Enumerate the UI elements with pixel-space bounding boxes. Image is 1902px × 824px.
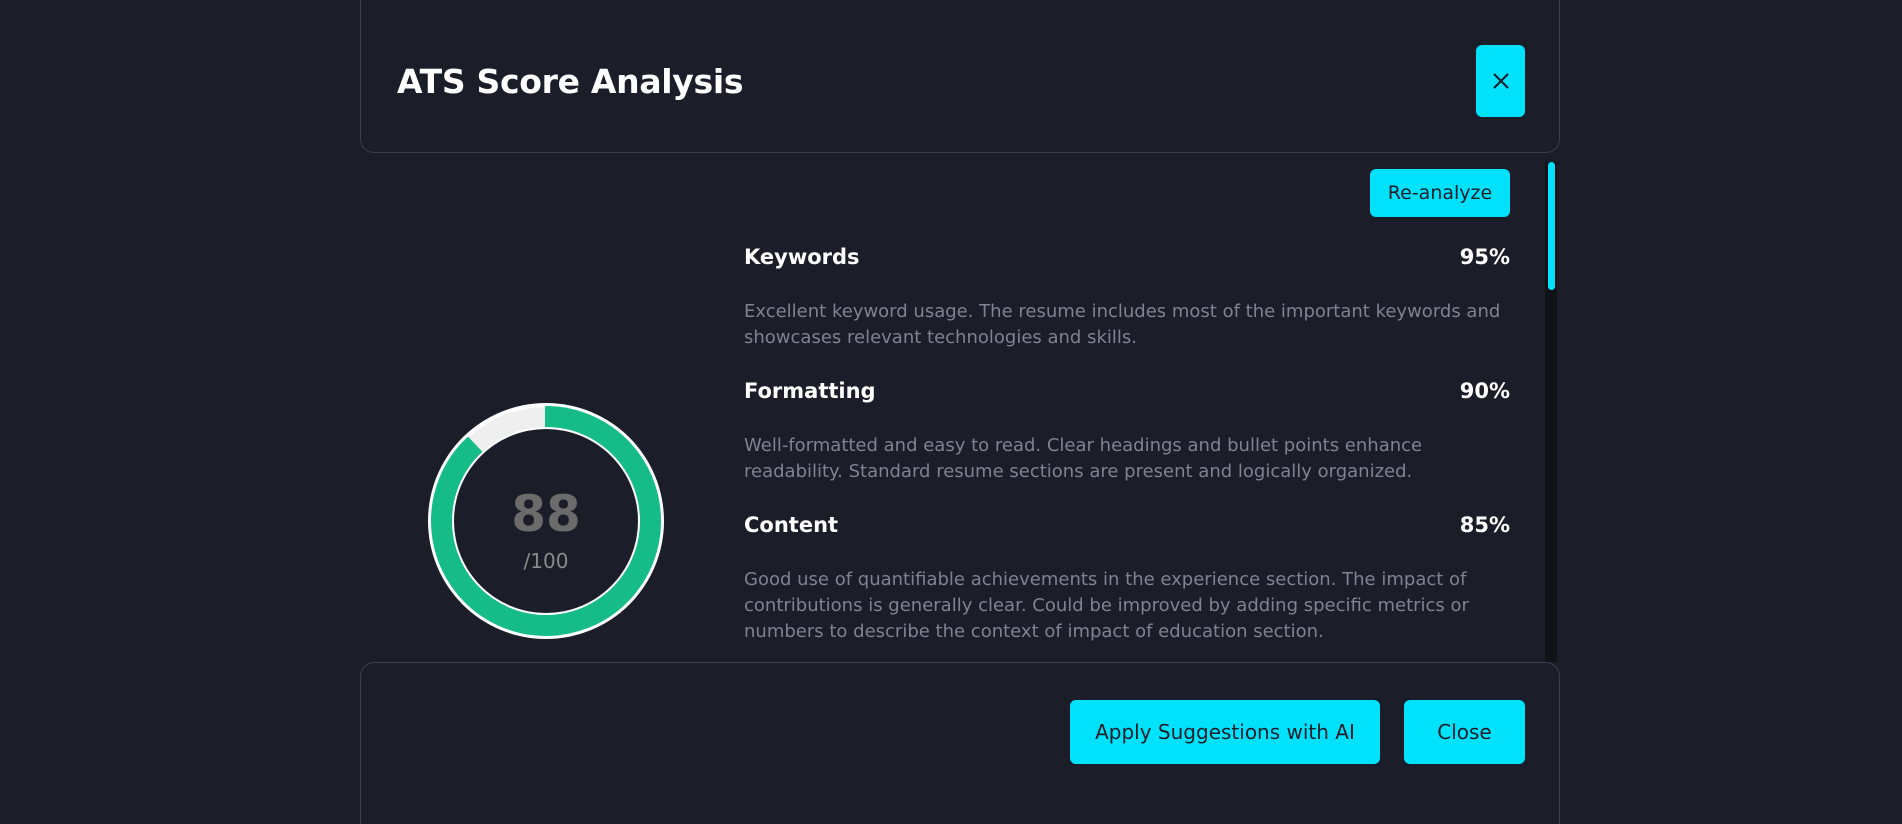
modal-body: 88 /100 Re-analyze Keywords 95% Excellen… bbox=[360, 152, 1560, 662]
ats-score-modal: ATS Score Analysis 88 /100 Re-analyze Ke… bbox=[360, 0, 1560, 824]
apply-suggestions-button[interactable]: Apply Suggestions with AI bbox=[1070, 700, 1380, 764]
category-score: 90% bbox=[1459, 379, 1510, 403]
category-description: Well-formatted and easy to read. Clear h… bbox=[744, 435, 1423, 482]
category-description: Good use of quantifiable achievements in… bbox=[744, 569, 1469, 642]
category-name: Keywords bbox=[744, 245, 860, 269]
modal-footer: Apply Suggestions with AI Close bbox=[360, 662, 1560, 824]
scrollbar-thumb[interactable] bbox=[1548, 162, 1555, 290]
modal-header: ATS Score Analysis bbox=[360, 0, 1560, 153]
modal-close-button[interactable] bbox=[1476, 45, 1525, 117]
score-value: 88 bbox=[511, 485, 581, 543]
category-name: Content bbox=[744, 513, 839, 537]
category-score: 95% bbox=[1459, 245, 1510, 269]
category-description: Excellent keyword usage. The resume incl… bbox=[744, 301, 1501, 348]
close-button[interactable]: Close bbox=[1404, 700, 1525, 764]
reanalyze-button[interactable]: Re-analyze bbox=[1370, 169, 1510, 217]
score-gauge: 88 /100 bbox=[426, 401, 666, 641]
category-name: Formatting bbox=[744, 379, 876, 403]
score-total: /100 bbox=[523, 549, 569, 573]
category-score: 85% bbox=[1459, 513, 1510, 537]
modal-title: ATS Score Analysis bbox=[397, 62, 744, 101]
close-icon bbox=[1492, 73, 1509, 89]
